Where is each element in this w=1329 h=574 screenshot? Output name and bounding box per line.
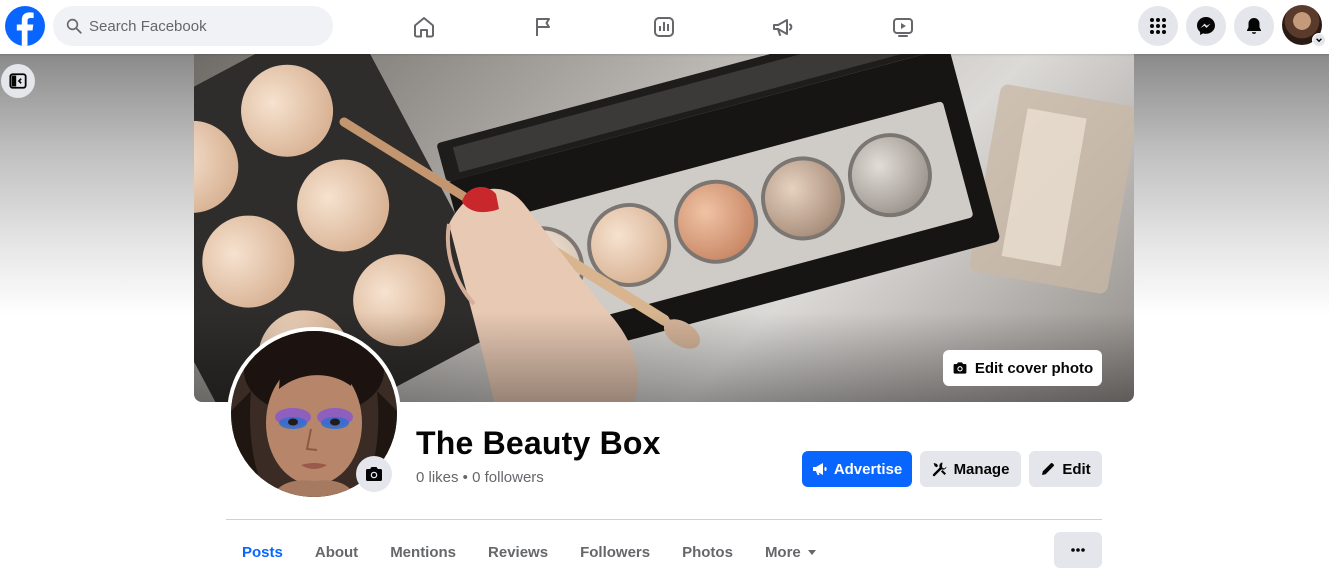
page-stats: 0 likes • 0 followers	[416, 469, 544, 486]
tab-label: Followers	[580, 543, 651, 561]
notifications-button[interactable]	[1234, 6, 1274, 46]
tab-more[interactable]: More	[749, 531, 833, 573]
tab-about[interactable]: About	[299, 531, 374, 573]
nav-watch[interactable]	[885, 9, 921, 45]
page-title: The Beauty Box	[416, 425, 661, 461]
tab-label: Photos	[682, 543, 733, 561]
megaphone-icon	[773, 19, 793, 36]
update-profile-picture-button[interactable]	[356, 456, 392, 492]
edit-label: Edit	[1062, 460, 1091, 478]
nav-insights[interactable]	[646, 9, 682, 45]
tab-followers[interactable]: Followers	[564, 531, 666, 573]
top-navigation-bar	[0, 0, 1329, 54]
page-tabs: Posts About Mentions Reviews Followers P…	[226, 530, 833, 574]
insights-icon	[654, 17, 674, 37]
caret-down-icon	[807, 550, 816, 555]
megaphone-icon	[812, 463, 827, 475]
account-avatar[interactable]	[1282, 5, 1326, 47]
tab-posts[interactable]: Posts	[226, 531, 299, 573]
video-icon	[893, 18, 913, 37]
menu-grid-icon	[1150, 18, 1166, 34]
advertise-button[interactable]: Advertise	[802, 451, 912, 487]
advertise-label: Advertise	[833, 460, 903, 478]
messenger-icon	[1197, 17, 1215, 35]
messenger-button[interactable]	[1186, 6, 1226, 46]
manage-label: Manage	[953, 460, 1010, 478]
menu-button[interactable]	[1138, 6, 1178, 46]
tab-mentions[interactable]: Mentions	[374, 531, 472, 573]
nav-ads[interactable]	[765, 9, 801, 45]
camera-icon	[953, 362, 967, 374]
nav-home[interactable]	[406, 9, 442, 45]
edit-cover-photo-label: Edit cover photo	[974, 359, 1094, 377]
more-dots-icon	[1071, 548, 1085, 552]
home-icon	[414, 17, 434, 38]
tab-label: Mentions	[390, 543, 457, 561]
nav-pages[interactable]	[526, 9, 562, 45]
tab-label: More	[764, 543, 801, 561]
tools-icon	[932, 462, 947, 477]
tab-reviews[interactable]: Reviews	[472, 531, 564, 573]
edit-cover-photo-button[interactable]: Edit cover photo	[943, 350, 1102, 386]
header-divider	[226, 519, 1102, 520]
manage-button[interactable]: Manage	[920, 451, 1021, 487]
more-options-button[interactable]	[1054, 532, 1102, 568]
facebook-logo-icon[interactable]	[5, 6, 45, 46]
tab-label: About	[314, 543, 359, 561]
camera-icon	[366, 467, 382, 481]
search-input[interactable]	[89, 17, 309, 35]
chevron-down-icon	[1312, 33, 1326, 47]
sidebar-toggle-button[interactable]	[1, 64, 35, 98]
tab-label: Posts	[242, 543, 283, 561]
sidebar-toggle-icon	[9, 73, 27, 89]
edit-button[interactable]: Edit	[1029, 451, 1102, 487]
search-box[interactable]	[53, 6, 333, 46]
flag-icon	[536, 18, 550, 36]
tab-photos[interactable]: Photos	[666, 531, 749, 573]
pencil-icon	[1042, 463, 1055, 475]
search-icon	[66, 18, 82, 34]
bell-icon	[1247, 18, 1261, 34]
tab-label: Reviews	[488, 543, 549, 561]
